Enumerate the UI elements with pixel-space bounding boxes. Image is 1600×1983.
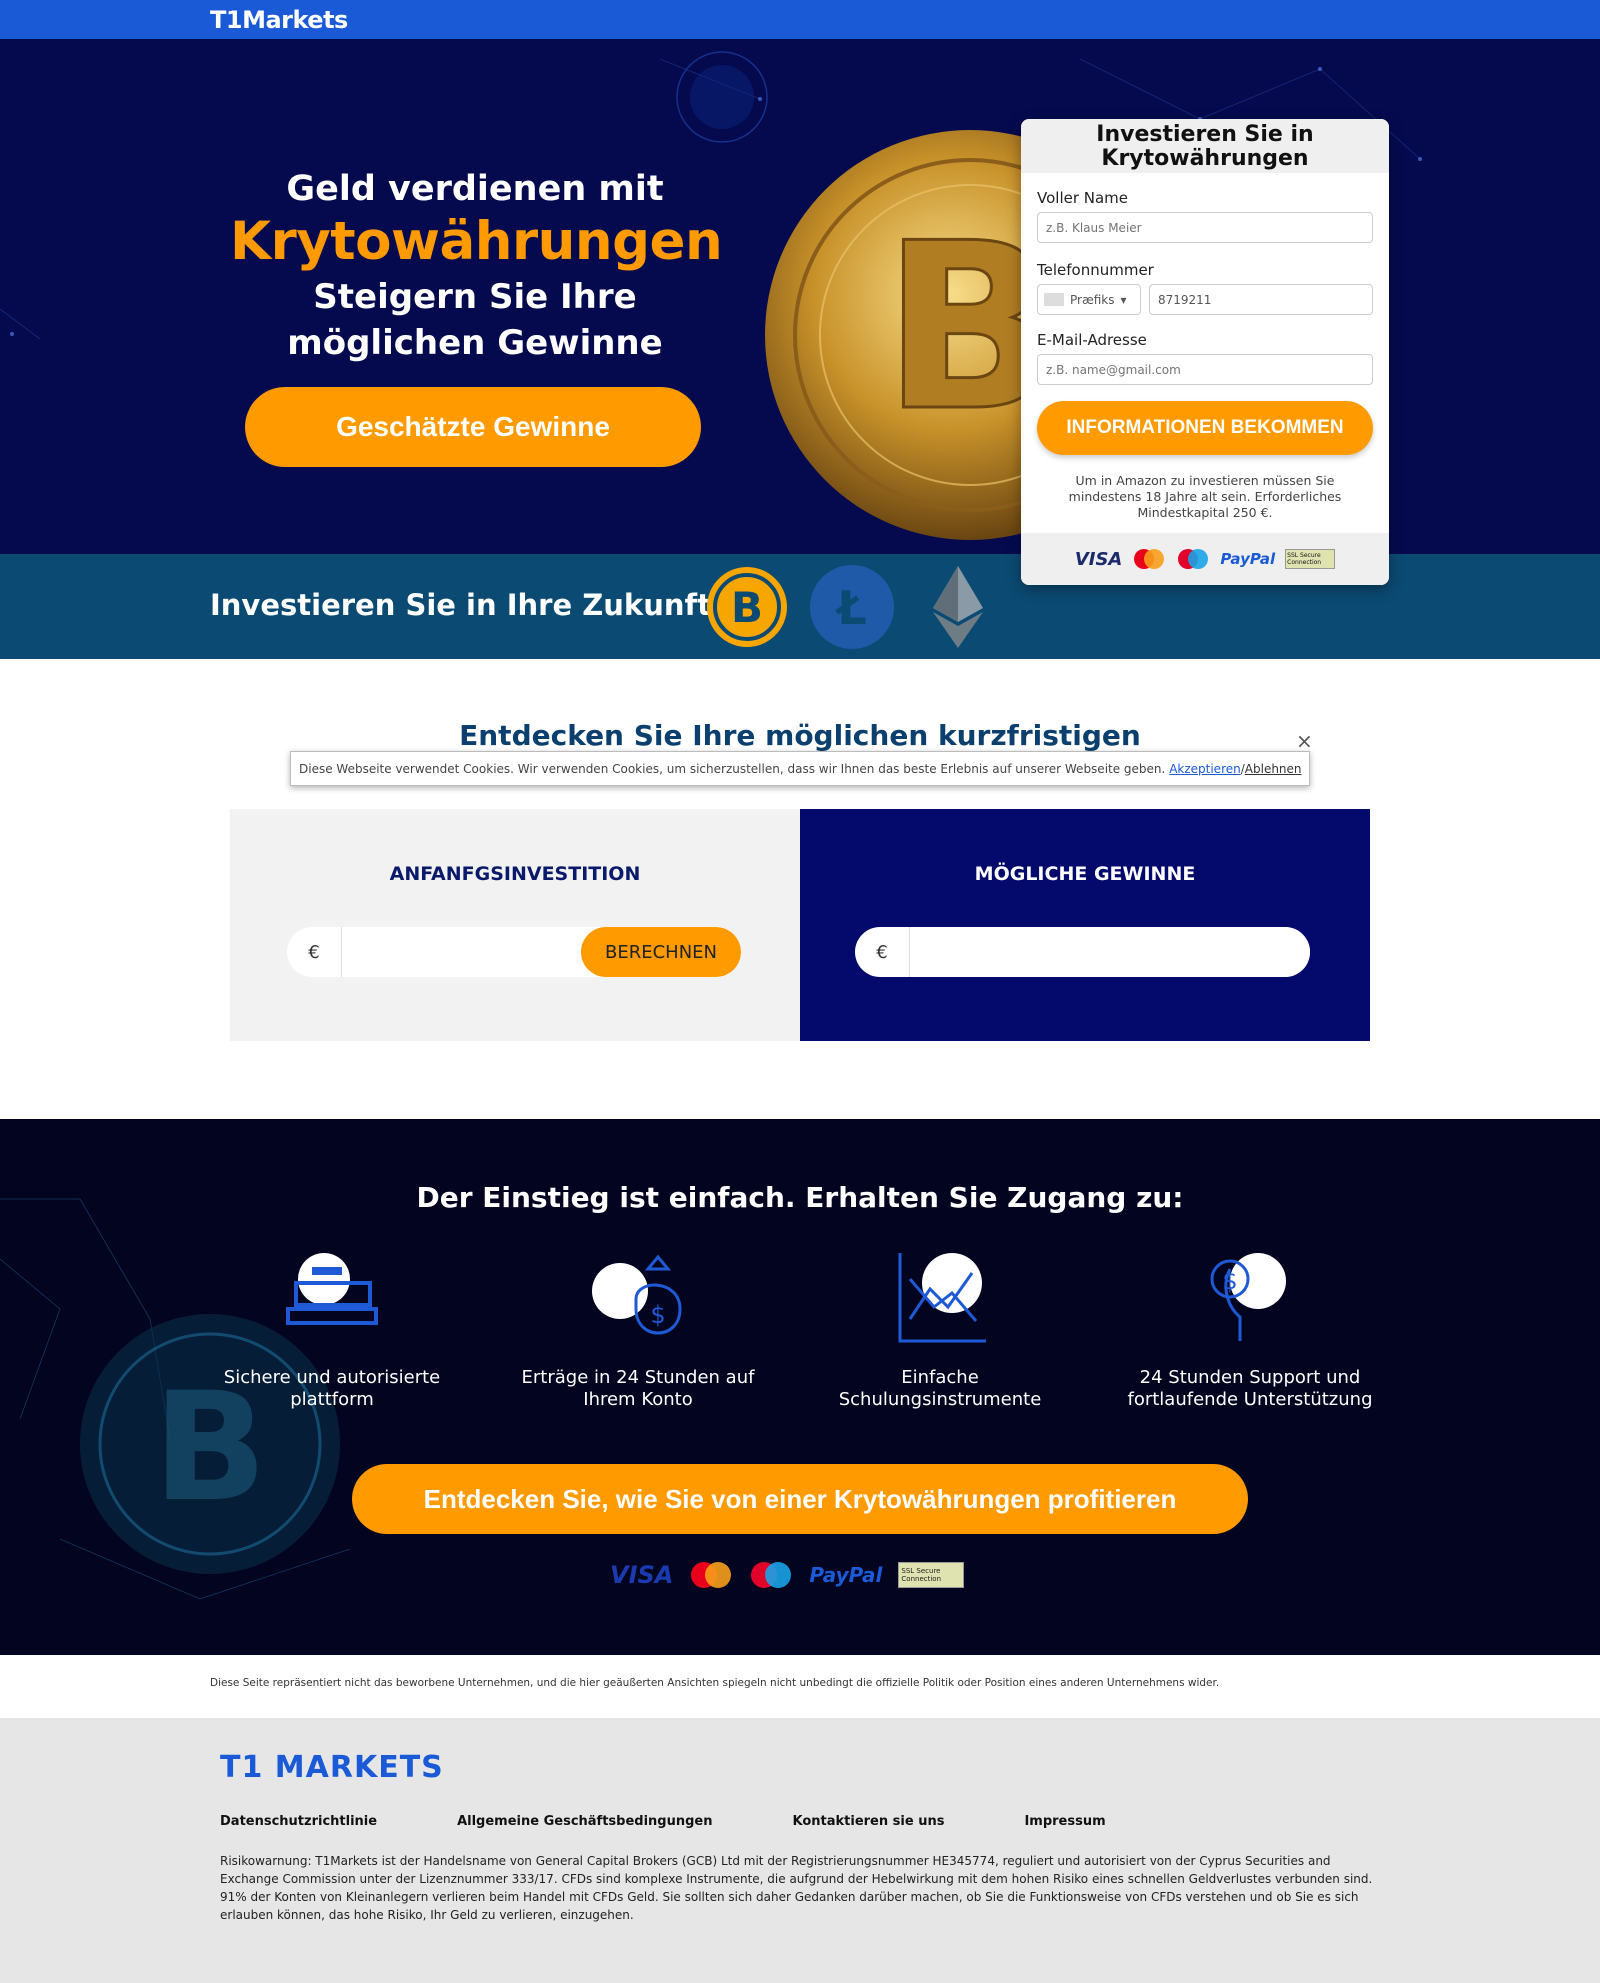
cookie-accept-link[interactable]: Akzeptieren bbox=[1169, 762, 1241, 776]
disclaimer-section: Diese Seite repräsentiert nicht das bewo… bbox=[0, 1655, 1600, 1718]
risk-warning: Risikowarnung: T1Markets ist der Handels… bbox=[220, 1854, 1373, 1922]
chart-icon bbox=[898, 1253, 986, 1343]
investment-input-group: € BERECHNEN bbox=[287, 927, 741, 977]
name-input[interactable] bbox=[1037, 212, 1373, 243]
hero-line-2: Krytowährungen bbox=[230, 211, 723, 272]
page: T1Markets Geld verdienen mit Krytowährun… bbox=[0, 0, 1600, 1983]
feature-label-line-2: Schulungsinstrumente bbox=[838, 1389, 1042, 1410]
name-label: Voller Name bbox=[1037, 189, 1129, 207]
phone-input[interactable] bbox=[1149, 284, 1373, 315]
features-title: Der Einstieg ist einfach. Erhalten Sie Z… bbox=[416, 1181, 1184, 1214]
signup-form: Investieren Sie in Krytowährungen Voller… bbox=[1021, 119, 1389, 585]
initial-investment-panel: ANFANFGSINVESTITION € BERECHNEN bbox=[230, 809, 800, 1041]
form-body: Voller Name Telefonnummer Præfiks ▾ E-Ma… bbox=[1021, 173, 1389, 521]
brand-logo[interactable]: T1Markets bbox=[210, 6, 348, 34]
bitcoin-icon: B bbox=[707, 567, 787, 647]
possible-profits-heading: MÖGLICHE GEWINNE bbox=[974, 863, 1196, 885]
cookie-decline-link[interactable]: Ablehnen bbox=[1245, 762, 1302, 776]
possible-profits-panel: MÖGLICHE GEWINNE € bbox=[800, 809, 1370, 1041]
feature-label-line-2: plattform bbox=[290, 1389, 374, 1410]
profits-output-group: € bbox=[855, 927, 1310, 977]
feature-label-line-1: Einfache bbox=[901, 1367, 979, 1388]
feature-training: Einfache Schulungsinstrumente bbox=[810, 1249, 1070, 1411]
invest-band-text: Investieren Sie in Ihre Zukunft bbox=[210, 588, 711, 622]
bitcoin-coin-icon: B bbox=[765, 130, 1065, 540]
svg-text:$: $ bbox=[1222, 1267, 1237, 1295]
litecoin-icon: Ł bbox=[810, 565, 894, 649]
top-bar: T1Markets bbox=[0, 0, 1600, 39]
money-bag-icon: $ bbox=[592, 1254, 682, 1335]
ethereum-icon bbox=[933, 566, 983, 648]
email-label: E-Mail-Adresse bbox=[1037, 331, 1147, 349]
footer-links: Datenschutzrichtlinie Allgemeine Geschäf… bbox=[220, 1814, 1186, 1829]
hero-headline: Geld verdienen mit Krytowährungen Steige… bbox=[230, 129, 723, 364]
footer: T1 MARKETS Datenschutzrichtlinie Allgeme… bbox=[0, 1718, 1600, 1983]
visa-logo: VISA bbox=[610, 1561, 674, 1589]
hero-line-1: Geld verdienen mit bbox=[286, 169, 664, 209]
email-input[interactable] bbox=[1037, 354, 1373, 385]
privacy-policy-link[interactable]: Datenschutzrichtlinie bbox=[220, 1814, 377, 1829]
platform-icon bbox=[286, 1253, 378, 1325]
flag-icon bbox=[1044, 293, 1064, 306]
chevron-down-icon: ▾ bbox=[1120, 292, 1127, 307]
maestro-icon bbox=[751, 1562, 792, 1588]
close-icon[interactable]: × bbox=[1296, 729, 1313, 753]
features-section: B Der Einstieg ist einfach. Erhalten Sie… bbox=[0, 1119, 1600, 1655]
paypal-logo: PayPal bbox=[1220, 550, 1276, 568]
feature-label-line-2: Ihrem Konto bbox=[583, 1389, 693, 1410]
ssl-badge: SSL Secure Connection bbox=[1285, 549, 1336, 569]
paypal-logo: PayPal bbox=[809, 1563, 883, 1587]
phone-label: Telefonnummer bbox=[1037, 261, 1154, 279]
imprint-link[interactable]: Impressum bbox=[1024, 1814, 1105, 1829]
feature-returns: $ Erträge in 24 Stunden auf Ihrem Konto bbox=[508, 1249, 768, 1411]
svg-text:Ł: Ł bbox=[834, 581, 867, 635]
crypto-coins: B Ł bbox=[705, 564, 1001, 650]
form-note: Um in Amazon zu investieren müssen Sie m… bbox=[1068, 473, 1342, 520]
investment-input[interactable] bbox=[342, 927, 581, 977]
feature-label-line-1: Sichere und autorisierte bbox=[223, 1367, 441, 1388]
cookie-banner: Diese Webseite verwendet Cookies. Wir ve… bbox=[290, 751, 1310, 786]
prefix-label: Præfiks bbox=[1070, 292, 1115, 307]
feature-support: $ 24 Stunden Support und fortlaufende Un… bbox=[1120, 1249, 1380, 1411]
ssl-badge: SSL Secure Connection bbox=[898, 1562, 965, 1588]
hero-line-3a: Steigern Sie Ihre bbox=[313, 277, 637, 317]
feature-label-line-2: fortlaufende Unterstützung bbox=[1127, 1389, 1373, 1410]
calculator-section: Entdecken Sie Ihre möglichen kurzfristig… bbox=[0, 659, 1600, 1119]
form-title: Investieren Sie in Krytowährungen bbox=[1021, 119, 1389, 173]
get-information-button[interactable]: INFORMATIONEN BEKOMMEN bbox=[1037, 401, 1373, 455]
form-payment-logos: VISA PayPal SSL Secure Connection bbox=[1021, 533, 1389, 585]
feature-platform: Sichere und autorisierte plattform bbox=[202, 1249, 462, 1411]
contact-link[interactable]: Kontaktieren sie uns bbox=[793, 1814, 945, 1829]
profits-output[interactable] bbox=[910, 927, 1310, 977]
cookie-text: Diese Webseite verwendet Cookies. Wir ve… bbox=[299, 761, 1166, 776]
visa-logo: VISA bbox=[1074, 548, 1123, 570]
features-payment-logos: VISA PayPal SSL Secure Connection bbox=[610, 1561, 965, 1589]
currency-symbol: € bbox=[287, 927, 342, 977]
initial-investment-heading: ANFANFGSINVESTITION bbox=[389, 863, 641, 885]
terms-link[interactable]: Allgemeine Geschäftsbedingungen bbox=[457, 1814, 712, 1829]
phone-prefix-select[interactable]: Præfiks ▾ bbox=[1037, 284, 1141, 315]
calculate-button[interactable]: BERECHNEN bbox=[581, 927, 741, 977]
form-title-line-1: Investieren Sie in bbox=[1096, 122, 1314, 147]
disclaimer-text: Diese Seite repräsentiert nicht das bewo… bbox=[210, 1677, 1220, 1689]
calculator-title: Entdecken Sie Ihre möglichen kurzfristig… bbox=[459, 719, 1141, 752]
svg-text:$: $ bbox=[650, 1301, 665, 1329]
estimated-profits-button[interactable]: Geschätzte Gewinne bbox=[245, 387, 701, 467]
support-icon: $ bbox=[1210, 1253, 1286, 1341]
hero-line-3b: möglichen Gewinne bbox=[287, 323, 663, 363]
mastercard-icon bbox=[691, 1562, 732, 1588]
discover-profit-button[interactable]: Entdecken Sie, wie Sie von einer Krytowä… bbox=[352, 1464, 1248, 1534]
phone-row: Præfiks ▾ bbox=[1037, 284, 1373, 315]
svg-text:B: B bbox=[731, 583, 763, 632]
currency-symbol: € bbox=[855, 927, 910, 977]
feature-label-line-1: 24 Stunden Support und bbox=[1139, 1367, 1361, 1388]
footer-logo[interactable]: T1 MARKETS bbox=[220, 1750, 444, 1785]
mastercard-icon bbox=[1134, 549, 1165, 569]
maestro-icon bbox=[1178, 549, 1209, 569]
feature-label-line-1: Erträge in 24 Stunden auf bbox=[521, 1367, 755, 1388]
form-title-line-2: Krytowährungen bbox=[1101, 146, 1309, 171]
